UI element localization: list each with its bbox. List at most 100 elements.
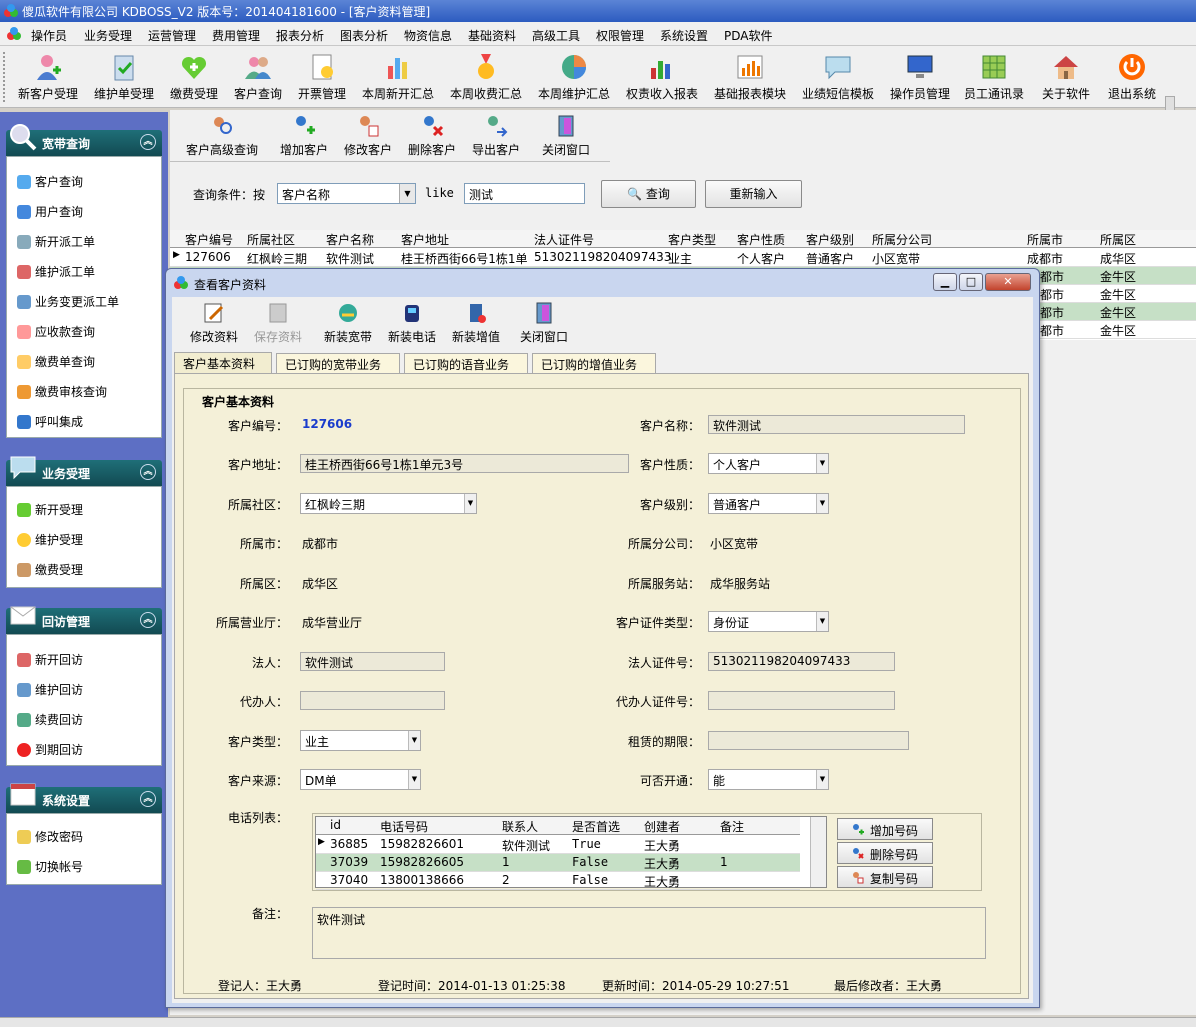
field-legal-id[interactable]: 513021198204097433 [708, 652, 895, 671]
sidebar-item-new-accept[interactable]: 新开受理 [17, 501, 83, 521]
search-button[interactable]: 🔍 查询 [601, 180, 696, 208]
copy-phone-button[interactable]: 复制号码 [837, 866, 933, 888]
customer-query-button[interactable]: 客户查询 [232, 52, 284, 106]
field-lease[interactable] [708, 731, 909, 750]
sidebar-item-user-query[interactable]: 用户查询 [17, 203, 83, 223]
menu-operations[interactable]: 运营管理 [148, 27, 196, 44]
select-open[interactable]: 能 ▼ [708, 769, 829, 790]
menu-operator[interactable]: 操作员 [31, 27, 67, 44]
toolbar-grip[interactable] [3, 52, 7, 102]
section-header-broadband[interactable]: 宽带查询 ︽ [6, 124, 162, 156]
section-header-revisit[interactable]: 回访管理 ︽ [6, 606, 162, 634]
sidebar-item-switch-account[interactable]: 切换帐号 [17, 858, 83, 878]
field-agent[interactable] [300, 691, 445, 710]
section-header-settings[interactable]: 系统设置 ︽ [6, 783, 162, 813]
sidebar-item-new-revisit[interactable]: 新开回访 [17, 651, 83, 671]
menu-materials[interactable]: 物资信息 [404, 27, 452, 44]
field-cust-name[interactable]: 软件测试 [708, 415, 965, 434]
table-row[interactable]: ▶ 127606 红枫岭三期 软件测试 桂王桥西街66号1栋1单 5130211… [170, 249, 1196, 267]
exit-button[interactable]: 退出系统 [1104, 52, 1160, 106]
payment-button[interactable]: 缴费受理 [168, 52, 220, 106]
new-phone-button[interactable]: 新装电话 [386, 301, 438, 355]
field-address[interactable]: 桂王桥西街66号1栋1单元3号 [300, 454, 629, 473]
tab-basic-info[interactable]: 客户基本资料 [174, 352, 272, 374]
weekly-maint-summary-button[interactable]: 本周维护汇总 [536, 52, 612, 106]
new-customer-button[interactable]: 新客户受理 [16, 52, 80, 106]
dialog-close-window-button[interactable]: 关闭窗口 [518, 301, 570, 355]
delete-customer-button[interactable]: 删除客户 [406, 114, 458, 168]
sidebar-item-payment-accept[interactable]: 缴费受理 [17, 561, 83, 581]
collapse-icon[interactable]: ︽ [140, 134, 156, 150]
phone-row[interactable]: ▶ 36885 15982826601 软件测试 True 王大勇 [316, 836, 800, 854]
minimize-button[interactable]: ▁ [933, 273, 957, 291]
sidebar-item-payment-query[interactable]: 缴费单查询 [17, 353, 95, 373]
phone-row[interactable]: 37040 13800138666 2 False 王大勇 [316, 872, 800, 890]
new-broadband-button[interactable]: 新装宽带 [322, 301, 374, 355]
edit-customer-button[interactable]: 修改客户 [342, 114, 394, 168]
invoice-button[interactable]: 开票管理 [296, 52, 348, 106]
phone-row[interactable]: 37039 15982826605 1 False 王大勇 1 [316, 854, 800, 872]
field-agent-id[interactable] [708, 691, 895, 710]
save-info-button[interactable]: 保存资料 [252, 301, 304, 355]
phone-scrollbar[interactable] [810, 817, 826, 887]
sms-template-button[interactable]: 业绩短信模板 [800, 52, 876, 106]
revenue-report-button[interactable]: 权责收入报表 [624, 52, 700, 106]
sidebar-item-expire-revisit[interactable]: 到期回访 [17, 741, 83, 761]
menu-fees[interactable]: 费用管理 [212, 27, 260, 44]
sidebar-item-receivables[interactable]: 应收款查询 [17, 323, 95, 343]
menu-permissions[interactable]: 权限管理 [596, 27, 644, 44]
select-source[interactable]: DM单 ▼ [300, 769, 421, 790]
close-window-button[interactable]: 关闭窗口 [540, 114, 592, 168]
menu-reports[interactable]: 报表分析 [276, 27, 324, 44]
reset-button[interactable]: 重新输入 [705, 180, 802, 208]
weekly-fee-summary-button[interactable]: 本周收费汇总 [448, 52, 524, 106]
operator-management-button[interactable]: 操作员管理 [888, 52, 952, 106]
advanced-query-button[interactable]: 客户高级查询 [186, 114, 258, 168]
basic-report-button[interactable]: 基础报表模块 [712, 52, 788, 106]
sidebar-item-new-dispatch[interactable]: 新开派工单 [17, 233, 95, 253]
sidebar-item-change-password[interactable]: 修改密码 [17, 828, 83, 848]
menu-basic-data[interactable]: 基础资料 [468, 27, 516, 44]
select-type[interactable]: 业主 ▼ [300, 730, 421, 751]
maximize-button[interactable]: □ [959, 273, 983, 291]
dialog-titlebar[interactable]: 查看客户资料 ▁ □ ✕ [166, 269, 1039, 297]
tab-broadband[interactable]: 已订购的宽带业务 [276, 353, 400, 373]
menu-pda[interactable]: PDA软件 [724, 27, 772, 44]
delete-phone-button[interactable]: 删除号码 [837, 842, 933, 864]
sidebar-item-customer-query[interactable]: 客户查询 [17, 173, 83, 193]
select-nature[interactable]: 个人客户 ▼ [708, 453, 829, 474]
sidebar-item-call-center[interactable]: 呼叫集成 [17, 413, 83, 433]
tab-voice[interactable]: 已订购的语音业务 [404, 353, 528, 373]
select-level[interactable]: 普通客户 ▼ [708, 493, 829, 514]
sidebar-item-renew-revisit[interactable]: 续费回访 [17, 711, 83, 731]
about-button[interactable]: 关于软件 [1038, 52, 1094, 106]
section-header-business[interactable]: 业务受理 ︽ [6, 456, 162, 486]
remark-textarea[interactable]: 软件测试 [312, 907, 986, 959]
menu-business[interactable]: 业务受理 [84, 27, 132, 44]
close-button[interactable]: ✕ [985, 273, 1031, 291]
app-menu-icon[interactable] [6, 27, 22, 41]
field-legal[interactable]: 软件测试 [300, 652, 445, 671]
menu-settings[interactable]: 系统设置 [660, 27, 708, 44]
sidebar-item-maint-dispatch[interactable]: 维护派工单 [17, 263, 95, 283]
edit-info-button[interactable]: 修改资料 [188, 301, 240, 355]
query-value-input[interactable]: 测试 [464, 183, 585, 204]
select-id-type[interactable]: 身份证 ▼ [708, 611, 829, 632]
sidebar-item-payment-audit[interactable]: 缴费审核查询 [17, 383, 107, 403]
new-addon-button[interactable]: 新装增值 [450, 301, 502, 355]
sidebar-item-maint-accept[interactable]: 维护受理 [17, 531, 83, 551]
sidebar-item-change-dispatch[interactable]: 业务变更派工单 [17, 293, 119, 313]
menu-charts[interactable]: 图表分析 [340, 27, 388, 44]
maintenance-order-button[interactable]: 维护单受理 [92, 52, 156, 106]
weekly-new-summary-button[interactable]: 本周新开汇总 [360, 52, 436, 106]
collapse-icon[interactable]: ︽ [140, 464, 156, 480]
staff-directory-button[interactable]: 员工通讯录 [962, 52, 1026, 106]
menu-advanced[interactable]: 高级工具 [532, 27, 580, 44]
sidebar-item-maint-revisit[interactable]: 维护回访 [17, 681, 83, 701]
collapse-icon[interactable]: ︽ [140, 612, 156, 628]
tab-addon[interactable]: 已订购的增值业务 [532, 353, 656, 373]
add-phone-button[interactable]: 增加号码 [837, 818, 933, 840]
query-field-select[interactable]: 客户名称 ▼ [277, 183, 416, 204]
select-community[interactable]: 红枫岭三期 ▼ [300, 493, 477, 514]
export-customer-button[interactable]: 导出客户 [470, 114, 522, 168]
